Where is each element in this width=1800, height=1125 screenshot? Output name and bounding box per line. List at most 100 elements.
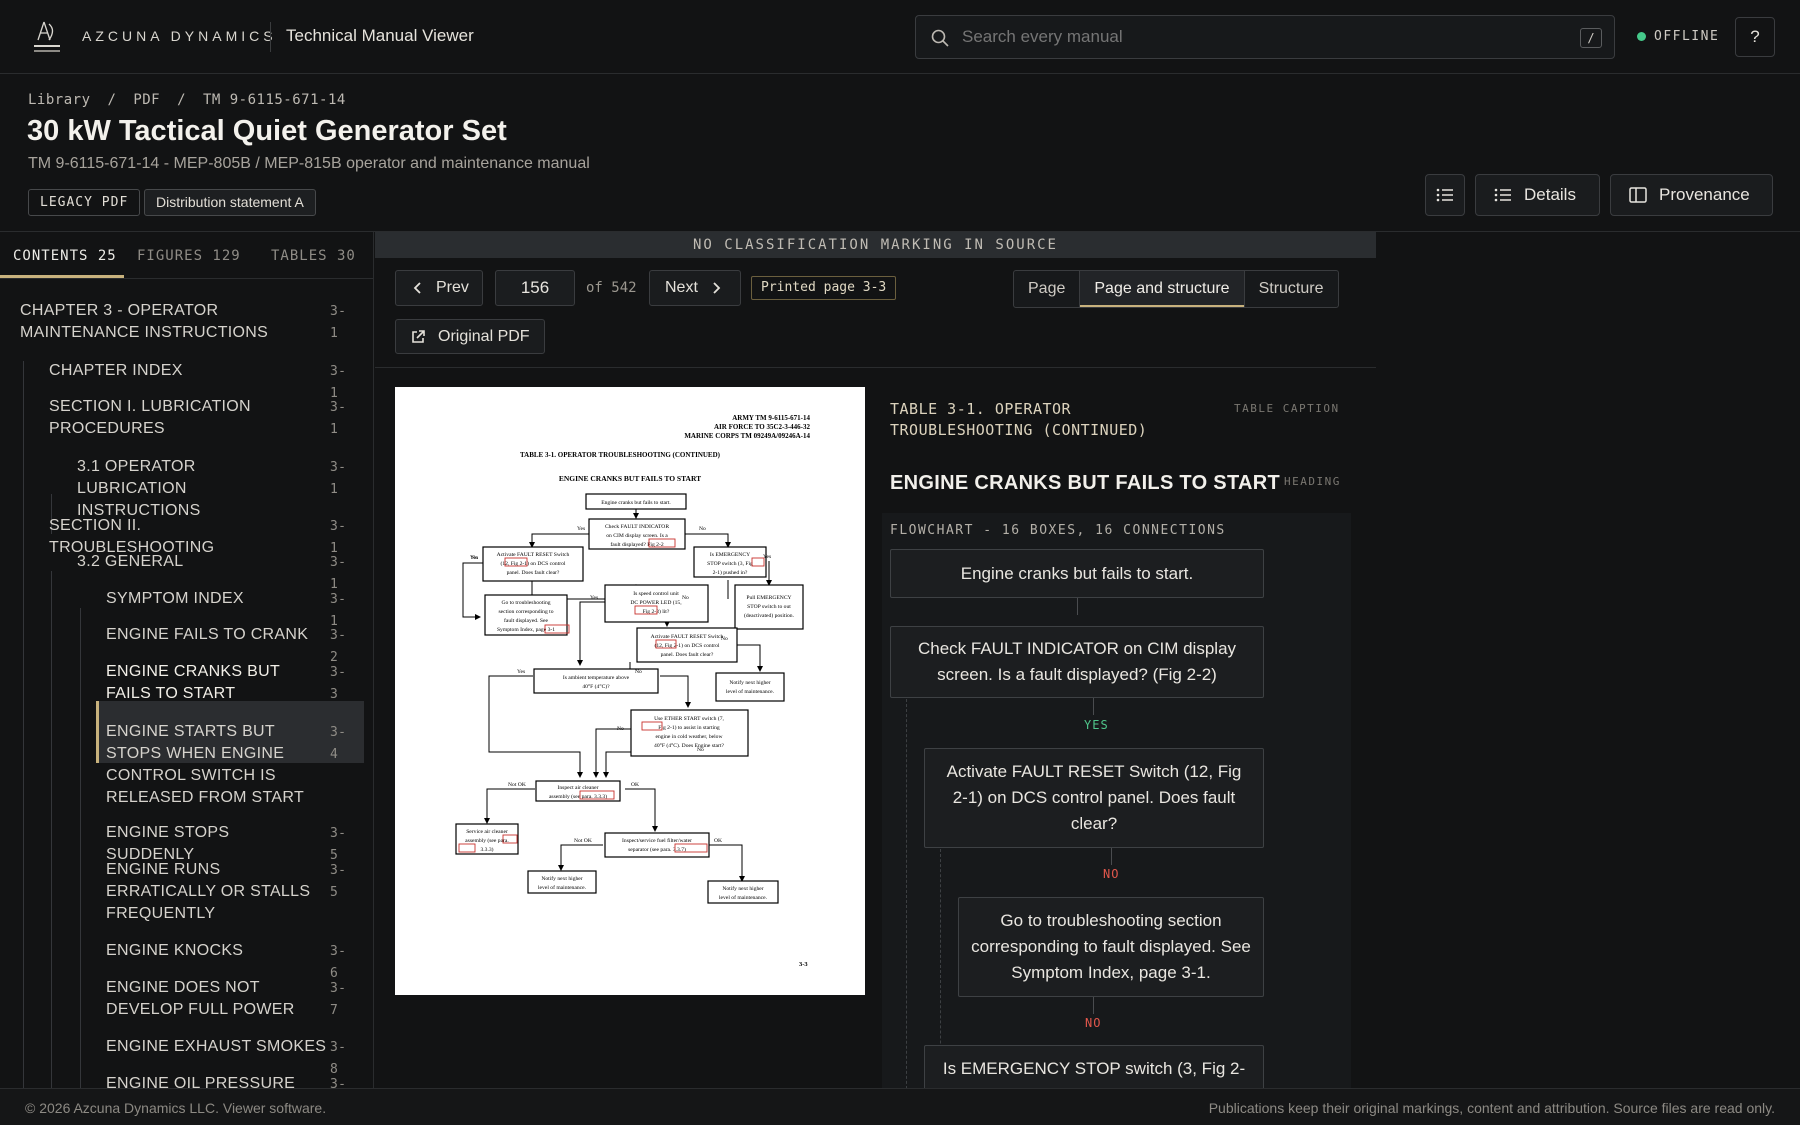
document-viewer: NO CLASSIFICATION MARKING IN SOURCE Prev… [375, 232, 1376, 1088]
pdf-box-1-text: Engine cranks but fails to start. [601, 499, 671, 506]
svg-text:No: No [635, 669, 642, 675]
toc-item[interactable]: ENGINE RUNS ERRATICALLY OR STALLS FREQUE… [106, 859, 346, 925]
toc-guide-line [80, 608, 81, 1088]
page-total: of 542 [586, 280, 637, 296]
search-input[interactable] [962, 24, 1522, 50]
toc-item[interactable]: ENGINE KNOCKS 3-6 [106, 940, 346, 981]
toolbar-divider [375, 367, 1376, 368]
original-pdf-button[interactable]: Original PDF [395, 319, 545, 354]
flowchart-box[interactable]: Activate FAULT RESET Switch (12, Fig 2-1… [924, 748, 1264, 848]
svg-text:level of maintenance.: level of maintenance. [726, 688, 775, 695]
flowchart-connector [1093, 997, 1094, 1014]
toc-item-label: ENGINE FAILS TO CRANK [106, 626, 309, 643]
toc-item-active[interactable]: ENGINE CRANKS BUT FAILS TO START 3-3 [106, 661, 346, 705]
offline-status: OFFLINE [1637, 29, 1719, 44]
table-caption: TABLE 3-1. OPERATOR TROUBLESHOOTING (CON… [890, 400, 1148, 439]
toc-item-page: 3-5 [330, 863, 347, 900]
svg-text:Activate FAULT RESET Switch: Activate FAULT RESET Switch [497, 552, 570, 558]
offline-label: OFFLINE [1654, 29, 1720, 44]
toc-item-page: 3-1 [330, 304, 347, 341]
toc-item-page: 3-1 [330, 460, 347, 497]
svg-text:Is speed control unit: Is speed control unit [633, 591, 679, 597]
mode-page[interactable]: Page [1014, 271, 1081, 307]
flowchart-box[interactable]: Go to troubleshooting section correspond… [958, 897, 1264, 997]
toc-item-label: ENGINE STOPS SUDDENLY [106, 824, 230, 863]
toc-item[interactable]: ENGINE OIL PRESSURE 3-9 [106, 1073, 346, 1088]
svg-text:No: No [471, 555, 478, 561]
toc-item[interactable]: ENGINE EXHAUST SMOKES 3-8 [106, 1036, 346, 1077]
top-bar: AZCUNA DYNAMICS Technical Manual Viewer … [0, 0, 1800, 74]
tab-tables[interactable]: TABLES 30 [271, 248, 356, 264]
svg-text:Yes: Yes [577, 526, 585, 532]
list-icon [1494, 188, 1511, 202]
toc-toggle-button[interactable] [1425, 174, 1465, 216]
list-icon [1436, 188, 1453, 202]
toc-item[interactable]: ENGINE DOES NOT DEVELOP FULL POWER 3-7 [106, 977, 346, 1021]
toc-item[interactable]: SECTION I. LUBRICATION PROCEDURES 3-1 [49, 396, 346, 440]
toc-item-page: 3-9 [330, 1077, 347, 1088]
svg-text:Is ambient temperature above: Is ambient temperature above [563, 675, 630, 681]
svg-text:Yes: Yes [517, 669, 525, 675]
breadcrumb-pdf[interactable]: PDF [133, 92, 160, 108]
flowchart-box[interactable]: Check FAULT INDICATOR on CIM display scr… [890, 626, 1264, 698]
svg-text:No: No [682, 595, 689, 601]
svg-text:DC POWER LED (15,: DC POWER LED (15, [630, 599, 682, 606]
caption-role-label: TABLE CAPTION [1234, 402, 1340, 415]
tab-contents[interactable]: CONTENTS 25 [13, 248, 117, 264]
provenance-button[interactable]: Provenance [1610, 174, 1773, 216]
toc-item-label: 3.1 OPERATOR LUBRICATION INSTRUCTIONS [77, 458, 201, 519]
svg-text:Activate FAULT RESET Switch: Activate FAULT RESET Switch [651, 634, 724, 640]
toc-item[interactable]: 3.2 GENERAL 3-1 [77, 551, 346, 592]
pdf-page-image: ARMY TM 9-6115-671-14 AIR FORCE TO 35C2-… [395, 387, 865, 995]
toc-item[interactable]: CHAPTER 3 - OPERATOR MAINTENANCE INSTRUC… [20, 300, 346, 344]
toc-item[interactable]: ENGINE FAILS TO CRANK 3-2 [106, 624, 346, 665]
toc-item-label: CHAPTER INDEX [49, 362, 183, 379]
next-label: Next [665, 279, 698, 296]
flowchart-branch-line [906, 699, 907, 1088]
flowchart-box[interactable]: Is EMERGENCY STOP switch (3, Fig 2- [924, 1045, 1264, 1088]
svg-text:Go to troubleshooting: Go to troubleshooting [501, 600, 550, 606]
flowchart-box[interactable]: Engine cranks but fails to start. [890, 549, 1264, 598]
structure-panel: TABLE 3-1. OPERATOR TROUBLESHOOTING (CON… [882, 387, 1376, 1088]
svg-text:Inspect/service fuel filter/wa: Inspect/service fuel filter/water [622, 837, 692, 844]
toc-item[interactable]: ENGINE STARTS BUT STOPS WHEN ENGINE CONT… [106, 721, 346, 809]
page-title: 30 kW Tactical Quiet Generator Set [27, 115, 507, 147]
search-bar[interactable]: / [915, 15, 1615, 59]
svg-text:OK: OK [631, 782, 639, 788]
svg-text:Yes: Yes [763, 554, 771, 560]
pdf-table-title: TABLE 3-1. OPERATOR TROUBLESHOOTING (CON… [520, 451, 721, 459]
breadcrumb-library[interactable]: Library [28, 92, 91, 108]
classification-banner: NO CLASSIFICATION MARKING IN SOURCE [375, 232, 1376, 258]
breadcrumb-separator: / [177, 92, 186, 108]
flowchart-connector [1077, 598, 1078, 615]
breadcrumb-current: TM 9-6115-671-14 [202, 92, 346, 108]
toc-item[interactable]: 3.1 OPERATOR LUBRICATION INSTRUCTIONS 3-1 [77, 456, 346, 522]
tab-figures[interactable]: FIGURES 129 [137, 248, 241, 264]
svg-text:STOP switch to out: STOP switch to out [747, 604, 791, 610]
svg-text:No: No [699, 526, 706, 532]
mode-structure[interactable]: Structure [1245, 271, 1338, 307]
toc-item-label: ENGINE CRANKS BUT FAILS TO START [106, 663, 280, 702]
toc-item[interactable]: CHAPTER INDEX 3-1 [49, 360, 346, 401]
svg-text:No: No [617, 726, 624, 732]
mode-page-and-structure[interactable]: Page and structure [1080, 271, 1245, 307]
toc-item-label: ENGINE KNOCKS [106, 942, 244, 959]
prev-button[interactable]: Prev [395, 270, 483, 306]
page-number-input[interactable] [495, 270, 575, 306]
svg-text:(deactivated) position.: (deactivated) position. [744, 612, 795, 619]
svg-text:Symptom Index, page 3-1: Symptom Index, page 3-1 [497, 627, 555, 633]
branch-label-yes: YES [1084, 718, 1109, 732]
view-mode-switch: Page Page and structure Structure [1013, 270, 1339, 308]
page-subtitle: TM 9-6115-671-14 - MEP-805B / MEP-815B o… [28, 155, 590, 172]
branch-label-no: NO [1103, 867, 1120, 881]
pdf-chart-title: ENGINE CRANKS BUT FAILS TO START [559, 474, 701, 483]
next-button[interactable]: Next [649, 270, 741, 306]
panel-icon [1629, 187, 1647, 203]
toc-item-label: ENGINE OIL PRESSURE [106, 1075, 296, 1088]
legacy-pdf-badge: LEGACY PDF [28, 189, 141, 216]
details-button[interactable]: Details [1475, 174, 1600, 216]
help-button[interactable]: ? [1735, 17, 1775, 57]
provenance-label: Provenance [1659, 185, 1750, 204]
toc-item[interactable]: SYMPTOM INDEX 3-1 [106, 588, 346, 629]
toc-item-label: CHAPTER 3 - OPERATOR MAINTENANCE INSTRUC… [20, 302, 269, 341]
